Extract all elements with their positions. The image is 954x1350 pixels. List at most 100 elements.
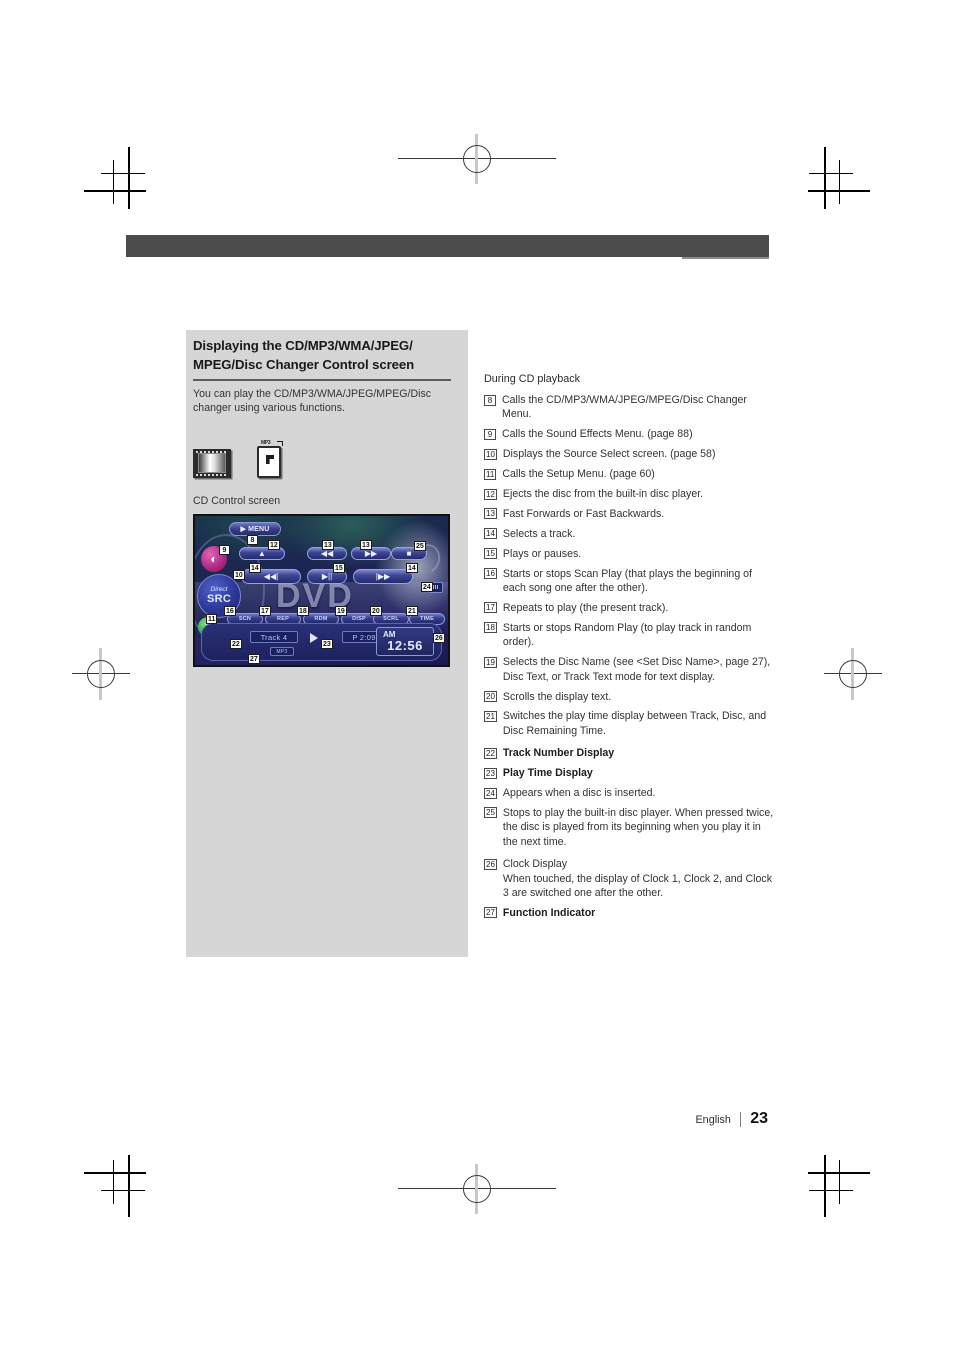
item-number: 14 <box>484 528 497 540</box>
list-item: 23 Play Time Display <box>484 766 774 780</box>
footer-page-number: 23 <box>750 1110 768 1127</box>
callout-27: 27 <box>248 654 260 664</box>
callout-20: 20 <box>370 606 382 616</box>
item-number: 27 <box>484 907 497 919</box>
callout-10: 10 <box>233 570 245 580</box>
item-number: 8 <box>484 394 496 406</box>
page-header-bar <box>126 235 769 257</box>
item-subtext: When touched, the display of Clock 1, Cl… <box>502 872 773 899</box>
item-number: 18 <box>484 622 497 634</box>
footer-language: English <box>695 1114 731 1126</box>
callout-12: 12 <box>268 540 280 550</box>
item-number: 25 <box>484 807 497 819</box>
menu-button[interactable]: ▶ MENU <box>229 522 281 536</box>
right-column-list: During CD playback 8 Calls the CD/MP3/WM… <box>484 373 774 926</box>
item-number: 10 <box>484 448 497 460</box>
list-item: 19 Selects the Disc Name (see <Set Disc … <box>484 655 774 684</box>
item-number: 15 <box>484 548 497 560</box>
item-number: 13 <box>484 508 497 520</box>
item-number: 17 <box>484 602 497 614</box>
crop-mark-top-right-v2 <box>839 160 841 204</box>
intro-paragraph: You can play the CD/MP3/WMA/JPEG/MPEG/Di… <box>193 388 432 415</box>
list-item: 21 Switches the play time display betwee… <box>484 709 774 738</box>
registration-target-top <box>463 145 491 173</box>
item-text: Function Indicator <box>502 906 596 919</box>
callout-23: 23 <box>321 639 333 649</box>
list-item: 27 Function Indicator <box>484 906 774 920</box>
item-text: Play Time Display <box>502 767 593 780</box>
item-text: Repeats to play (the present track). <box>502 601 669 614</box>
page-footer: English 23 <box>0 1110 768 1128</box>
callout-15: 15 <box>333 563 345 573</box>
callout-8: 8 <box>247 535 258 545</box>
function-indicator: MP3 <box>270 647 294 656</box>
callout-16: 16 <box>224 606 236 616</box>
crop-mark-top-left-h2 <box>101 173 145 175</box>
registration-target-left <box>87 660 115 688</box>
list-item: 20 Scrolls the display text. <box>484 690 774 704</box>
list-item: 25 Stops to play the built-in disc playe… <box>484 806 774 849</box>
list-item: 9 Calls the Sound Effects Menu. (page 88… <box>484 427 774 441</box>
crop-mark-top-right-h2 <box>809 173 853 175</box>
callout-22: 22 <box>230 639 242 649</box>
callout-17: 17 <box>259 606 271 616</box>
menu-arrow-icon: ▶ <box>240 526 247 533</box>
title-divider <box>193 379 451 382</box>
registration-target-bottom <box>463 1175 491 1203</box>
clock-display[interactable]: AM 12:56 <box>376 627 434 656</box>
figure-caption: CD Control screen <box>193 495 281 507</box>
right-column-heading: During CD playback <box>484 373 581 385</box>
play-pause-icon: ▶|| <box>321 572 333 581</box>
callout-24: 24 <box>421 582 433 592</box>
disc-video-icon <box>193 449 231 478</box>
crop-mark-bottom-right-v2 <box>839 1160 841 1204</box>
mp3-file-icon: MP3 <box>257 440 283 478</box>
item-text: Appears when a disc is inserted. <box>502 787 656 800</box>
item-number: 26 <box>484 858 497 870</box>
crop-mark-bottom-left-v2 <box>113 1160 115 1204</box>
item-number: 22 <box>484 747 497 759</box>
item-text: Calls the Sound Effects Menu. (page 88) <box>502 428 693 441</box>
list-item: 17 Repeats to play (the present track). <box>484 601 774 615</box>
next-track-icon: |▶▶ <box>375 572 391 581</box>
list-item: 18 Starts or stops Random Play (to play … <box>484 621 774 650</box>
callout-14-left: 14 <box>249 563 261 573</box>
item-text: Stops to play the built-in disc player. … <box>502 806 774 848</box>
list-item: 11 Calls the Setup Menu. (page 60) <box>484 467 774 481</box>
callout-13-right: 13 <box>360 540 372 550</box>
crop-mark-bottom-left-h2 <box>101 1190 145 1192</box>
list-item: 10 Displays the Source Select screen. (p… <box>484 447 774 461</box>
item-number: 20 <box>484 691 497 702</box>
item-text: Selects a track. <box>502 527 576 540</box>
list-item: 26 Clock Display When touched, the displ… <box>484 857 774 900</box>
list-item: 13 Fast Forwards or Fast Backwards. <box>484 507 774 521</box>
callout-25: 25 <box>414 541 426 551</box>
crop-mark-bottom-right-h2 <box>809 1190 853 1192</box>
item-number: 9 <box>484 428 496 440</box>
item-text: Calls the Setup Menu. (page 60) <box>502 468 655 481</box>
item-text: Plays or pauses. <box>502 547 582 560</box>
item-number: 11 <box>484 468 497 480</box>
fast-forward-icon: ▶▶ <box>364 549 378 558</box>
item-number: 19 <box>484 656 497 668</box>
next-track-button[interactable]: |▶▶ <box>353 569 413 584</box>
item-number: 12 <box>484 488 497 500</box>
list-item: 24 Appears when a disc is inserted. <box>484 786 774 800</box>
fast-backward-icon: ◀◀ <box>320 549 334 558</box>
list-item: 22 Track Number Display <box>484 746 774 760</box>
crop-mark-top-left-v <box>128 147 130 209</box>
item-number: 21 <box>484 710 497 722</box>
item-text: Switches the play time display between T… <box>502 710 767 737</box>
callout-14-right: 14 <box>406 563 418 573</box>
callout-19: 19 <box>335 606 347 616</box>
crop-mark-bottom-left-h <box>84 1172 146 1174</box>
callout-11: 11 <box>206 614 218 624</box>
crop-mark-bottom-left-v <box>128 1155 130 1217</box>
cd-control-screen-figure: DVD CD ▶ MENU ◐ Direct SRC ⚙ ▲ ◀◀ ▶▶ <box>193 514 450 667</box>
item-text: Clock Display <box>502 858 568 871</box>
item-text: Starts or stops Random Play (to play tra… <box>502 621 752 649</box>
item-text: Starts or stops Scan Play (that plays th… <box>502 567 752 595</box>
item-text: Track Number Display <box>502 747 615 760</box>
crop-mark-top-left-v2 <box>113 160 115 204</box>
list-item: 14 Selects a track. <box>484 527 774 541</box>
